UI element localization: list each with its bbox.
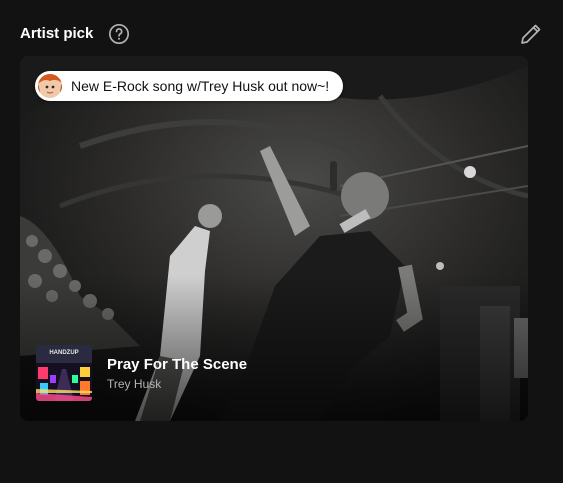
featured-track[interactable]: HANDZUP Pray For The Scene Trey Husk — [36, 345, 247, 401]
track-info: Pray For The Scene Trey Husk — [107, 356, 247, 391]
artist-pick-panel: Artist pick New E-Rock song w/Trey Husk … — [0, 0, 563, 483]
artist-pick-card[interactable]: New E-Rock song w/Trey Husk out now~! HA… — [20, 56, 528, 421]
artist-pick-comment: New E-Rock song w/Trey Husk out now~! — [35, 71, 344, 101]
artist-avatar — [38, 74, 62, 98]
artist-pick-header: Artist pick — [20, 20, 543, 50]
edit-pencil-icon[interactable] — [519, 22, 543, 46]
help-icon[interactable] — [108, 23, 130, 45]
album-cover[interactable]: HANDZUP — [36, 345, 92, 401]
track-artist[interactable]: Trey Husk — [107, 377, 247, 391]
comment-text: New E-Rock song w/Trey Husk out now~! — [71, 78, 330, 94]
track-title[interactable]: Pray For The Scene — [107, 356, 247, 373]
section-title: Artist pick — [20, 25, 94, 42]
cover-logo-text: HANDZUP — [49, 350, 78, 356]
